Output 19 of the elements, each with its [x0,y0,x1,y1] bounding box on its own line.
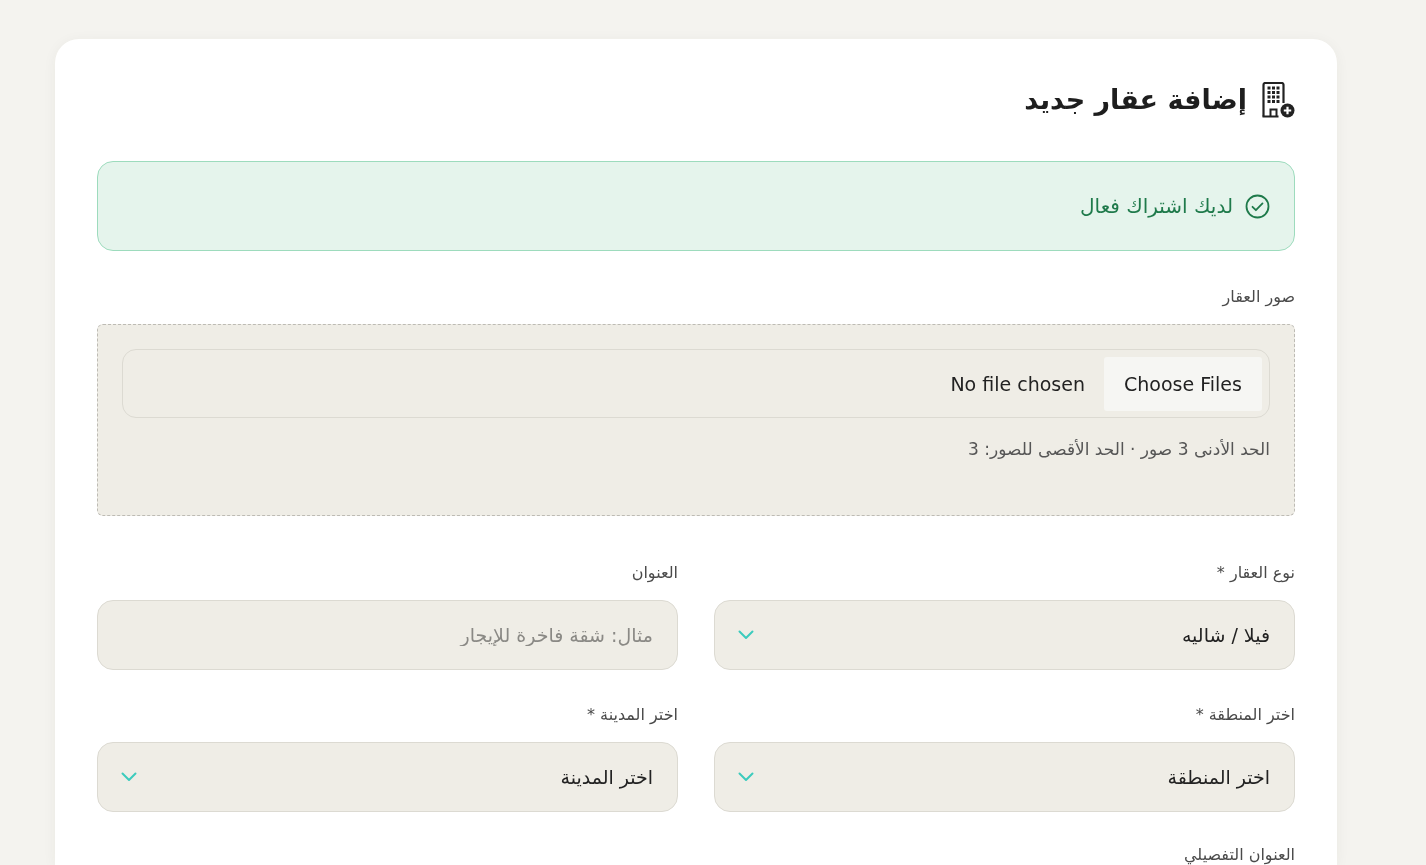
field-label: اختر المنطقة * [1195,704,1295,726]
chevron-down-icon [738,630,754,640]
upload-hint-text: الحد الأدنى 3 صور · الحد الأقصى للصور: 3 [968,438,1270,461]
chevron-down-icon [738,772,754,782]
select-field[interactable]: اختر المنطقة [714,742,1295,812]
check-circle-icon [1245,193,1270,219]
text-input-field[interactable]: مثال: شقة فاخرة للإيجار [97,600,678,670]
field-label: صور العقار [1222,286,1295,309]
field-label: العنوان التفصيلي [1184,845,1295,865]
chevron-down-icon [121,772,137,782]
field-label: نوع العقار * [1216,562,1295,585]
field-label: العنوان [631,562,678,585]
building-plus-icon [1261,82,1295,118]
field-label: اختر المدينة * [587,704,678,726]
page-title: إضافة عقار جديد [1024,83,1247,118]
select-field[interactable]: اختر المدينة [97,742,678,812]
alert-text: لديك اشتراك فعال [1080,193,1233,220]
select-field[interactable]: فيلا / شاليه [714,600,1295,670]
file-status-text: No file chosen [950,372,1085,395]
